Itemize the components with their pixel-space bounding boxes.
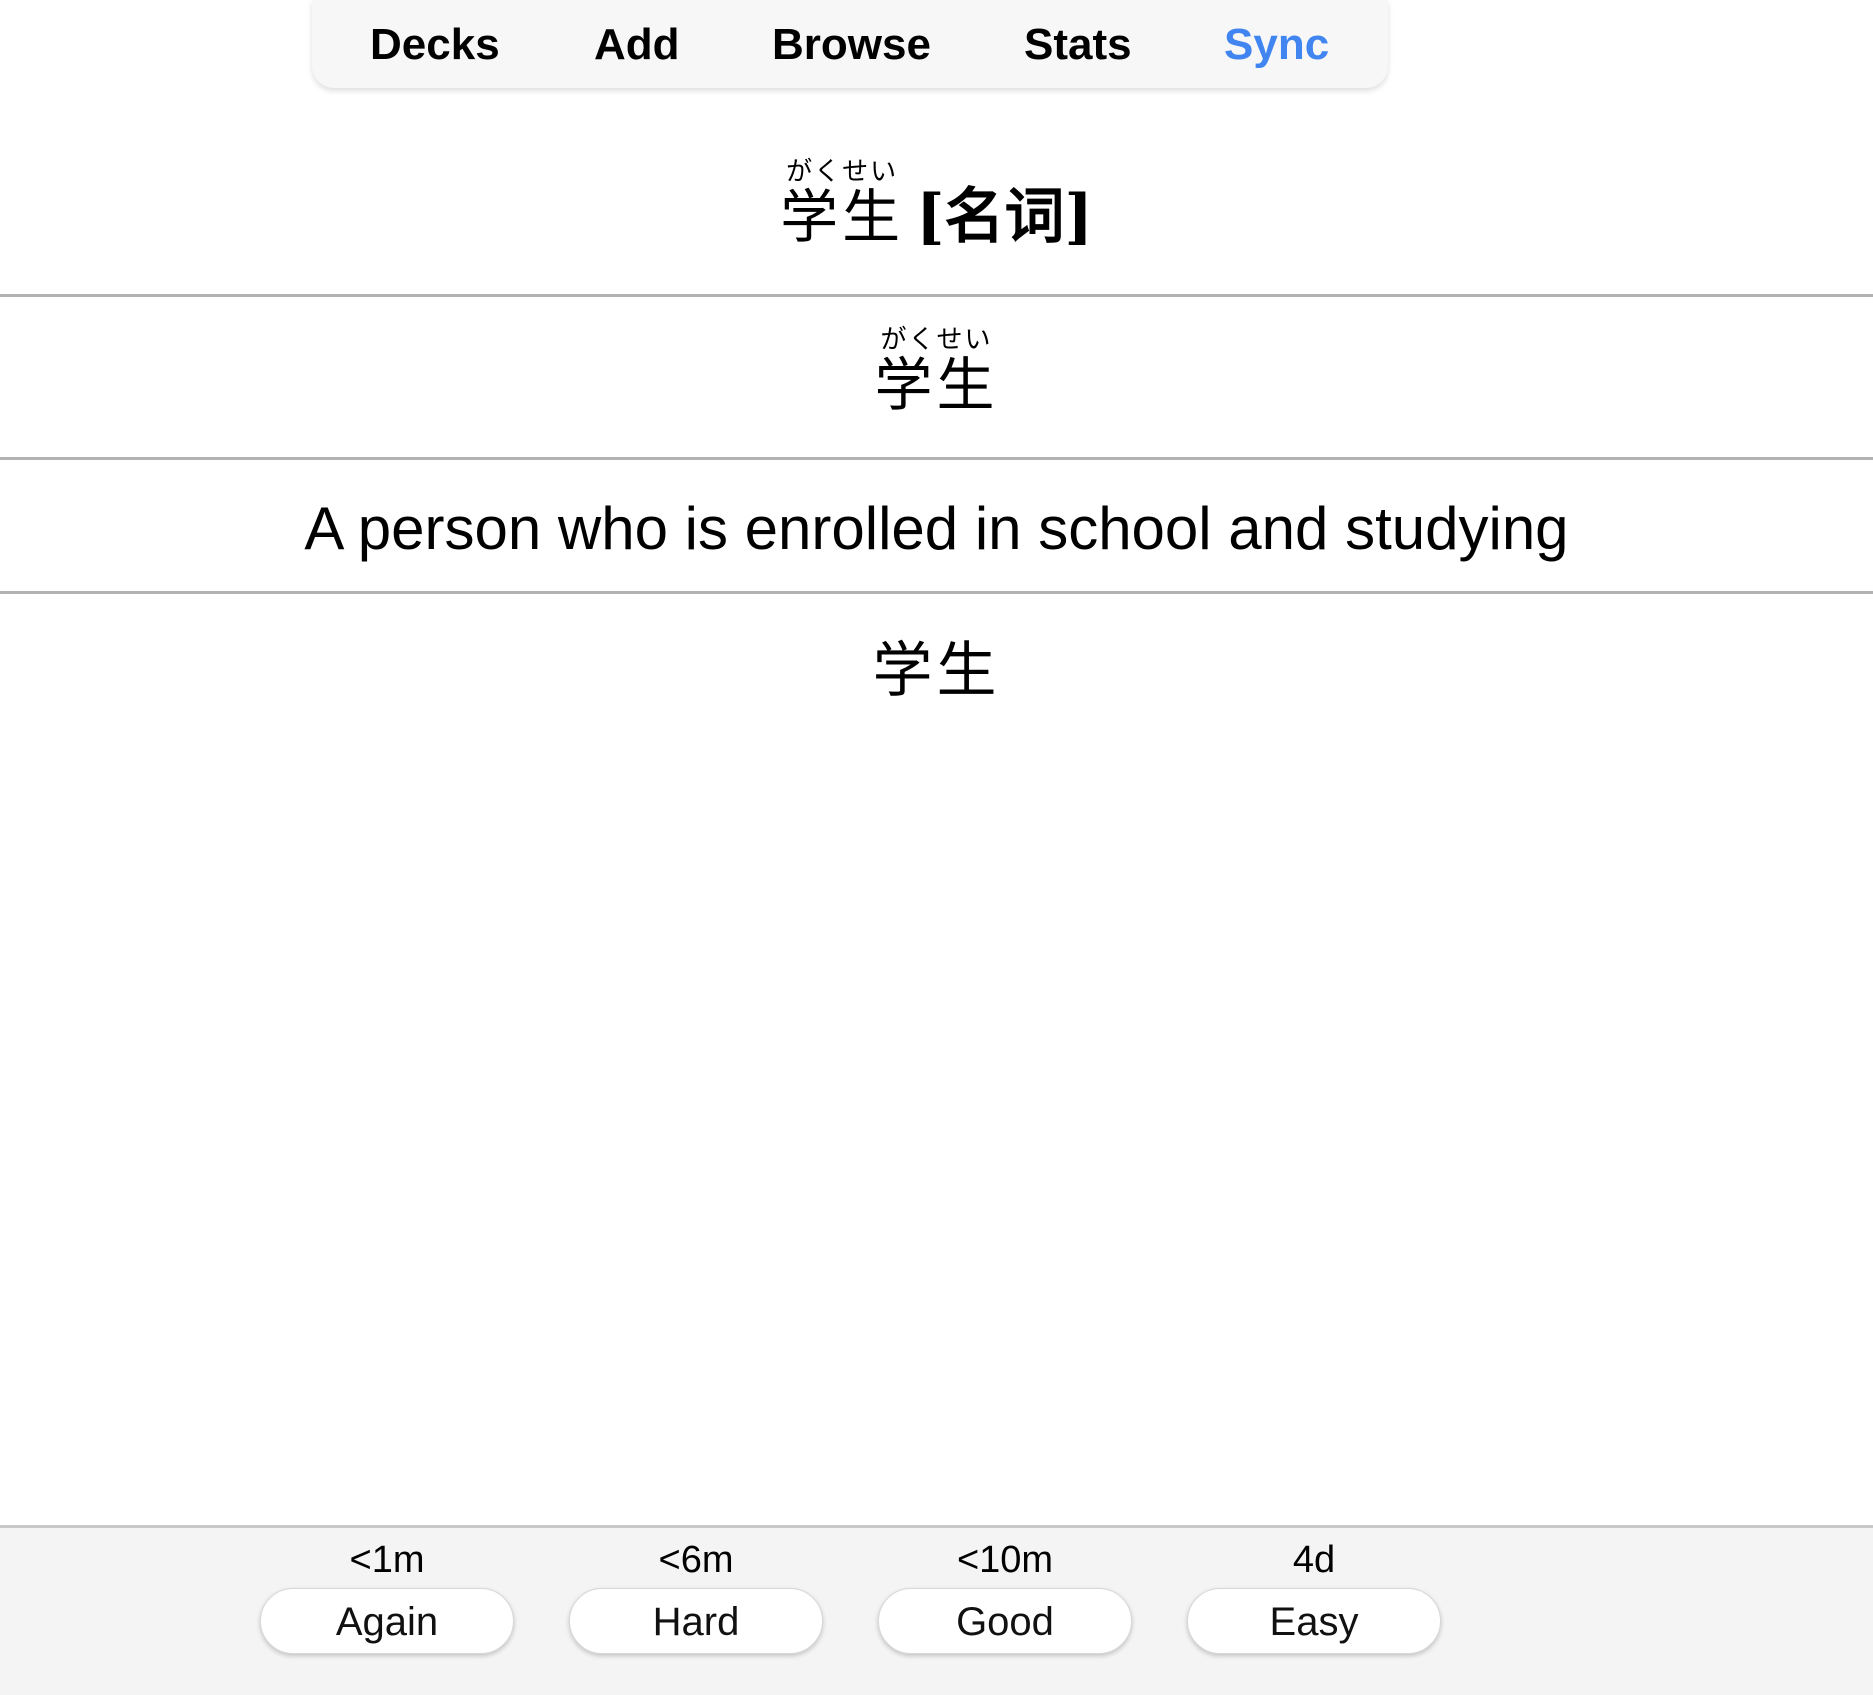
nav-add[interactable]: Add — [594, 20, 680, 70]
reading-furigana: がくせい — [880, 325, 993, 355]
again-button[interactable]: Again — [260, 1588, 514, 1654]
easy-button[interactable]: Easy — [1187, 1588, 1441, 1654]
divider — [0, 294, 1873, 297]
divider — [0, 591, 1873, 594]
card-reading-field: がくせい 学生 — [0, 326, 1873, 416]
ease-good: <10m Good — [878, 1528, 1132, 1654]
nav-browse[interactable]: Browse — [772, 20, 931, 70]
part-of-speech-tag: [名词] — [916, 182, 1093, 252]
card-front-field: がくせい 学生 [名词] — [0, 158, 1873, 248]
ease-easy: 4d Easy — [1187, 1528, 1441, 1654]
ease-hard: <6m Hard — [569, 1528, 823, 1654]
interval-label: <6m — [658, 1539, 734, 1581]
front-ruby: がくせい 学生 — [780, 158, 904, 248]
card-answer-word: 学生 — [872, 636, 1001, 706]
reading-word: 学生 — [874, 351, 999, 419]
answer-bar: <1m Again <6m Hard <10m Good 4d Easy — [0, 1525, 1873, 1695]
good-button[interactable]: Good — [878, 1588, 1132, 1654]
divider — [0, 457, 1873, 460]
hard-button[interactable]: Hard — [569, 1588, 823, 1654]
nav-sync[interactable]: Sync — [1224, 20, 1329, 70]
nav-decks[interactable]: Decks — [370, 20, 500, 70]
nav-stats[interactable]: Stats — [1024, 20, 1132, 70]
interval-label: 4d — [1292, 1539, 1336, 1581]
card-meaning: A person who is enrolled in school and s… — [304, 495, 1569, 562]
ease-again: <1m Again — [260, 1528, 514, 1654]
top-nav-bar: Decks Add Browse Stats Sync — [312, 0, 1388, 88]
reading-ruby: がくせい 学生 — [874, 326, 998, 416]
interval-label: <1m — [349, 1539, 425, 1581]
front-reading: がくせい — [786, 157, 899, 187]
front-word: 学生 — [780, 183, 905, 251]
interval-label: <10m — [956, 1539, 1054, 1581]
